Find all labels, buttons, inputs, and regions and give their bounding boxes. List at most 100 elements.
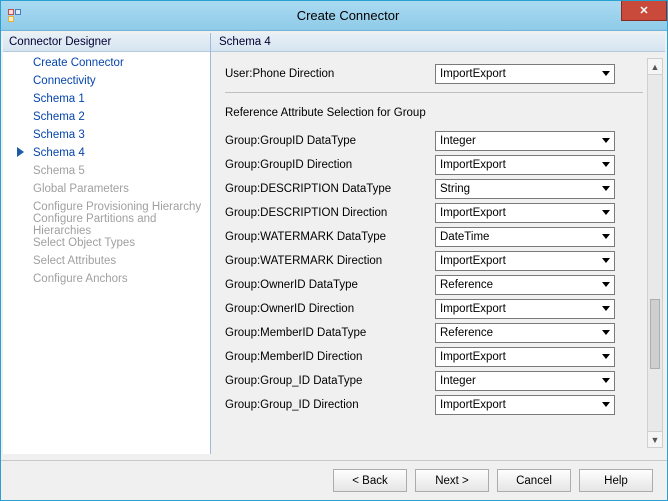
form-label: Group:WATERMARK DataType <box>225 231 435 243</box>
select-value: ImportExport <box>440 351 506 363</box>
form-row: Group:OwnerID DataType Reference <box>225 273 643 297</box>
form-row: Group:OwnerID Direction ImportExport <box>225 297 643 321</box>
next-button[interactable]: Next > <box>415 469 489 492</box>
select-value: ImportExport <box>440 207 506 219</box>
nav-item-label: Configure Partitions and Hierarchies <box>33 213 202 237</box>
select-value: ImportExport <box>440 303 506 315</box>
form-row: Group:MemberID DataType Reference <box>225 321 643 345</box>
form-row: Group:WATERMARK Direction ImportExport <box>225 249 643 273</box>
sidebar-list: Create Connector Connectivity Schema 1 Sche… <box>3 52 210 454</box>
scroll-up-button[interactable]: ▲ <box>648 59 662 75</box>
form-label: Group:MemberID Direction <box>225 351 435 363</box>
nav-item-label: Schema 4 <box>33 147 85 159</box>
select-field[interactable]: String <box>435 179 615 199</box>
select-value: String <box>440 183 470 195</box>
form-row: Group:Group_ID Direction ImportExport <box>225 393 643 417</box>
form-label: Group:OwnerID Direction <box>225 303 435 315</box>
app-icon <box>1 1 29 30</box>
select-field[interactable]: ImportExport <box>435 251 615 271</box>
nav-item-schema-5: Schema 5 <box>3 162 210 180</box>
nav-item-schema-1[interactable]: Schema 1 <box>3 90 210 108</box>
form-label: Group:MemberID DataType <box>225 327 435 339</box>
select-value: Reference <box>440 279 493 291</box>
cancel-button[interactable]: Cancel <box>497 469 571 492</box>
window-title: Create Connector <box>29 1 667 30</box>
main-header: Schema 4 <box>211 33 665 52</box>
form-label: Group:DESCRIPTION Direction <box>225 207 435 219</box>
form-label: User:Phone Direction <box>225 68 435 80</box>
sidebar: Connector Designer Create Connector Conne… <box>3 33 211 454</box>
form-row: Group:Group_ID DataType Integer <box>225 369 643 393</box>
close-button[interactable]: ✕ <box>621 1 667 21</box>
nav-item-create-connector[interactable]: Create Connector <box>3 54 210 72</box>
form-row: Group:WATERMARK DataTypeDateTime <box>225 225 643 249</box>
nav-item-label: Create Connector <box>33 57 124 69</box>
close-icon: ✕ <box>639 4 648 17</box>
footer: < Back Next > Cancel Help <box>1 460 667 500</box>
nav-item-select-attributes: Select Attributes <box>3 252 210 270</box>
select-value: ImportExport <box>440 255 506 267</box>
nav-item-global-parameters: Global Parameters <box>3 180 210 198</box>
nav-item-label: Configure Provisioning Hierarchy <box>33 201 201 213</box>
nav-item-schema-2[interactable]: Schema 2 <box>3 108 210 126</box>
select-field[interactable]: Reference <box>435 275 615 295</box>
select-field[interactable]: ImportExport <box>435 203 615 223</box>
nav-item-label: Schema 3 <box>33 129 85 141</box>
select-field[interactable]: ImportExport <box>435 347 615 367</box>
vertical-scrollbar[interactable]: ▲ ▼ <box>647 58 663 448</box>
nav-item-label: Global Parameters <box>33 183 129 195</box>
select-field[interactable]: ImportExport <box>435 395 615 415</box>
form-row: Group:DESCRIPTION DataType String <box>225 177 643 201</box>
form-row: Group:GroupID Direction ImportExport <box>225 153 643 177</box>
help-button[interactable]: Help <box>579 469 653 492</box>
select-value: Integer <box>440 135 476 147</box>
nav-item-configure-anchors: Configure Anchors <box>3 270 210 288</box>
select-value: ImportExport <box>440 399 506 411</box>
nav-item-label: Schema 5 <box>33 165 85 177</box>
form-label: Group:OwnerID DataType <box>225 279 435 291</box>
nav-item-connectivity[interactable]: Connectivity <box>3 72 210 90</box>
form-label: Group:WATERMARK Direction <box>225 255 435 267</box>
select-field[interactable]: Reference <box>435 323 615 343</box>
form-label: Group:DESCRIPTION DataType <box>225 183 435 195</box>
select-value: ImportExport <box>440 68 506 80</box>
scroll-thumb[interactable] <box>650 299 660 369</box>
main-body: User:Phone Direction ImportExport Refere… <box>211 52 665 454</box>
titlebar: Create Connector ✕ <box>1 1 667 31</box>
select-field[interactable]: Integer <box>435 371 615 391</box>
select-field[interactable]: Integer <box>435 131 615 151</box>
select-value: Integer <box>440 375 476 387</box>
scroll-down-button[interactable]: ▼ <box>648 431 662 447</box>
nav-item-label: Schema 1 <box>33 93 85 105</box>
sidebar-header: Connector Designer <box>3 33 210 52</box>
select-field[interactable]: DateTime <box>435 227 615 247</box>
nav-item-label: Schema 2 <box>33 111 85 123</box>
nav-item-schema-3[interactable]: Schema 3 <box>3 126 210 144</box>
form-label: Group:GroupID Direction <box>225 159 435 171</box>
form-row: User:Phone Direction ImportExport <box>225 62 643 86</box>
back-button[interactable]: < Back <box>333 469 407 492</box>
main-body-wrap: User:Phone Direction ImportExport Refere… <box>211 52 665 454</box>
nav-item-label: Select Attributes <box>33 255 116 267</box>
select-field[interactable]: ImportExport <box>435 299 615 319</box>
nav-item-label: Connectivity <box>33 75 96 87</box>
select-value: Reference <box>440 327 493 339</box>
form-row: Group:GroupID DataType Integer <box>225 129 643 153</box>
body: Connector Designer Create Connector Conne… <box>1 31 667 460</box>
window: Create Connector ✕ Connector Designer Cr… <box>0 0 668 501</box>
select-user-phone-direction[interactable]: ImportExport <box>435 64 615 84</box>
nav-item-label: Configure Anchors <box>33 273 128 285</box>
select-field[interactable]: ImportExport <box>435 155 615 175</box>
form-label: Group:Group_ID DataType <box>225 375 435 387</box>
form-label: Group:GroupID DataType <box>225 135 435 147</box>
form-label: Group:Group_ID Direction <box>225 399 435 411</box>
nav-item-label: Select Object Types <box>33 237 135 249</box>
nav-item-schema-4[interactable]: Schema 4 <box>3 144 210 162</box>
form-row: Group:MemberID Direction ImportExport <box>225 345 643 369</box>
select-value: ImportExport <box>440 159 506 171</box>
main-panel: Schema 4 User:Phone Direction ImportExpo… <box>211 33 665 454</box>
nav-item-configure-partitions-and-hierarchies: Configure Partitions and Hierarchies <box>3 216 210 234</box>
section-divider <box>225 92 643 93</box>
form-row: Group:DESCRIPTION Direction ImportExport <box>225 201 643 225</box>
section-title: Reference Attribute Selection for Group <box>225 107 643 119</box>
